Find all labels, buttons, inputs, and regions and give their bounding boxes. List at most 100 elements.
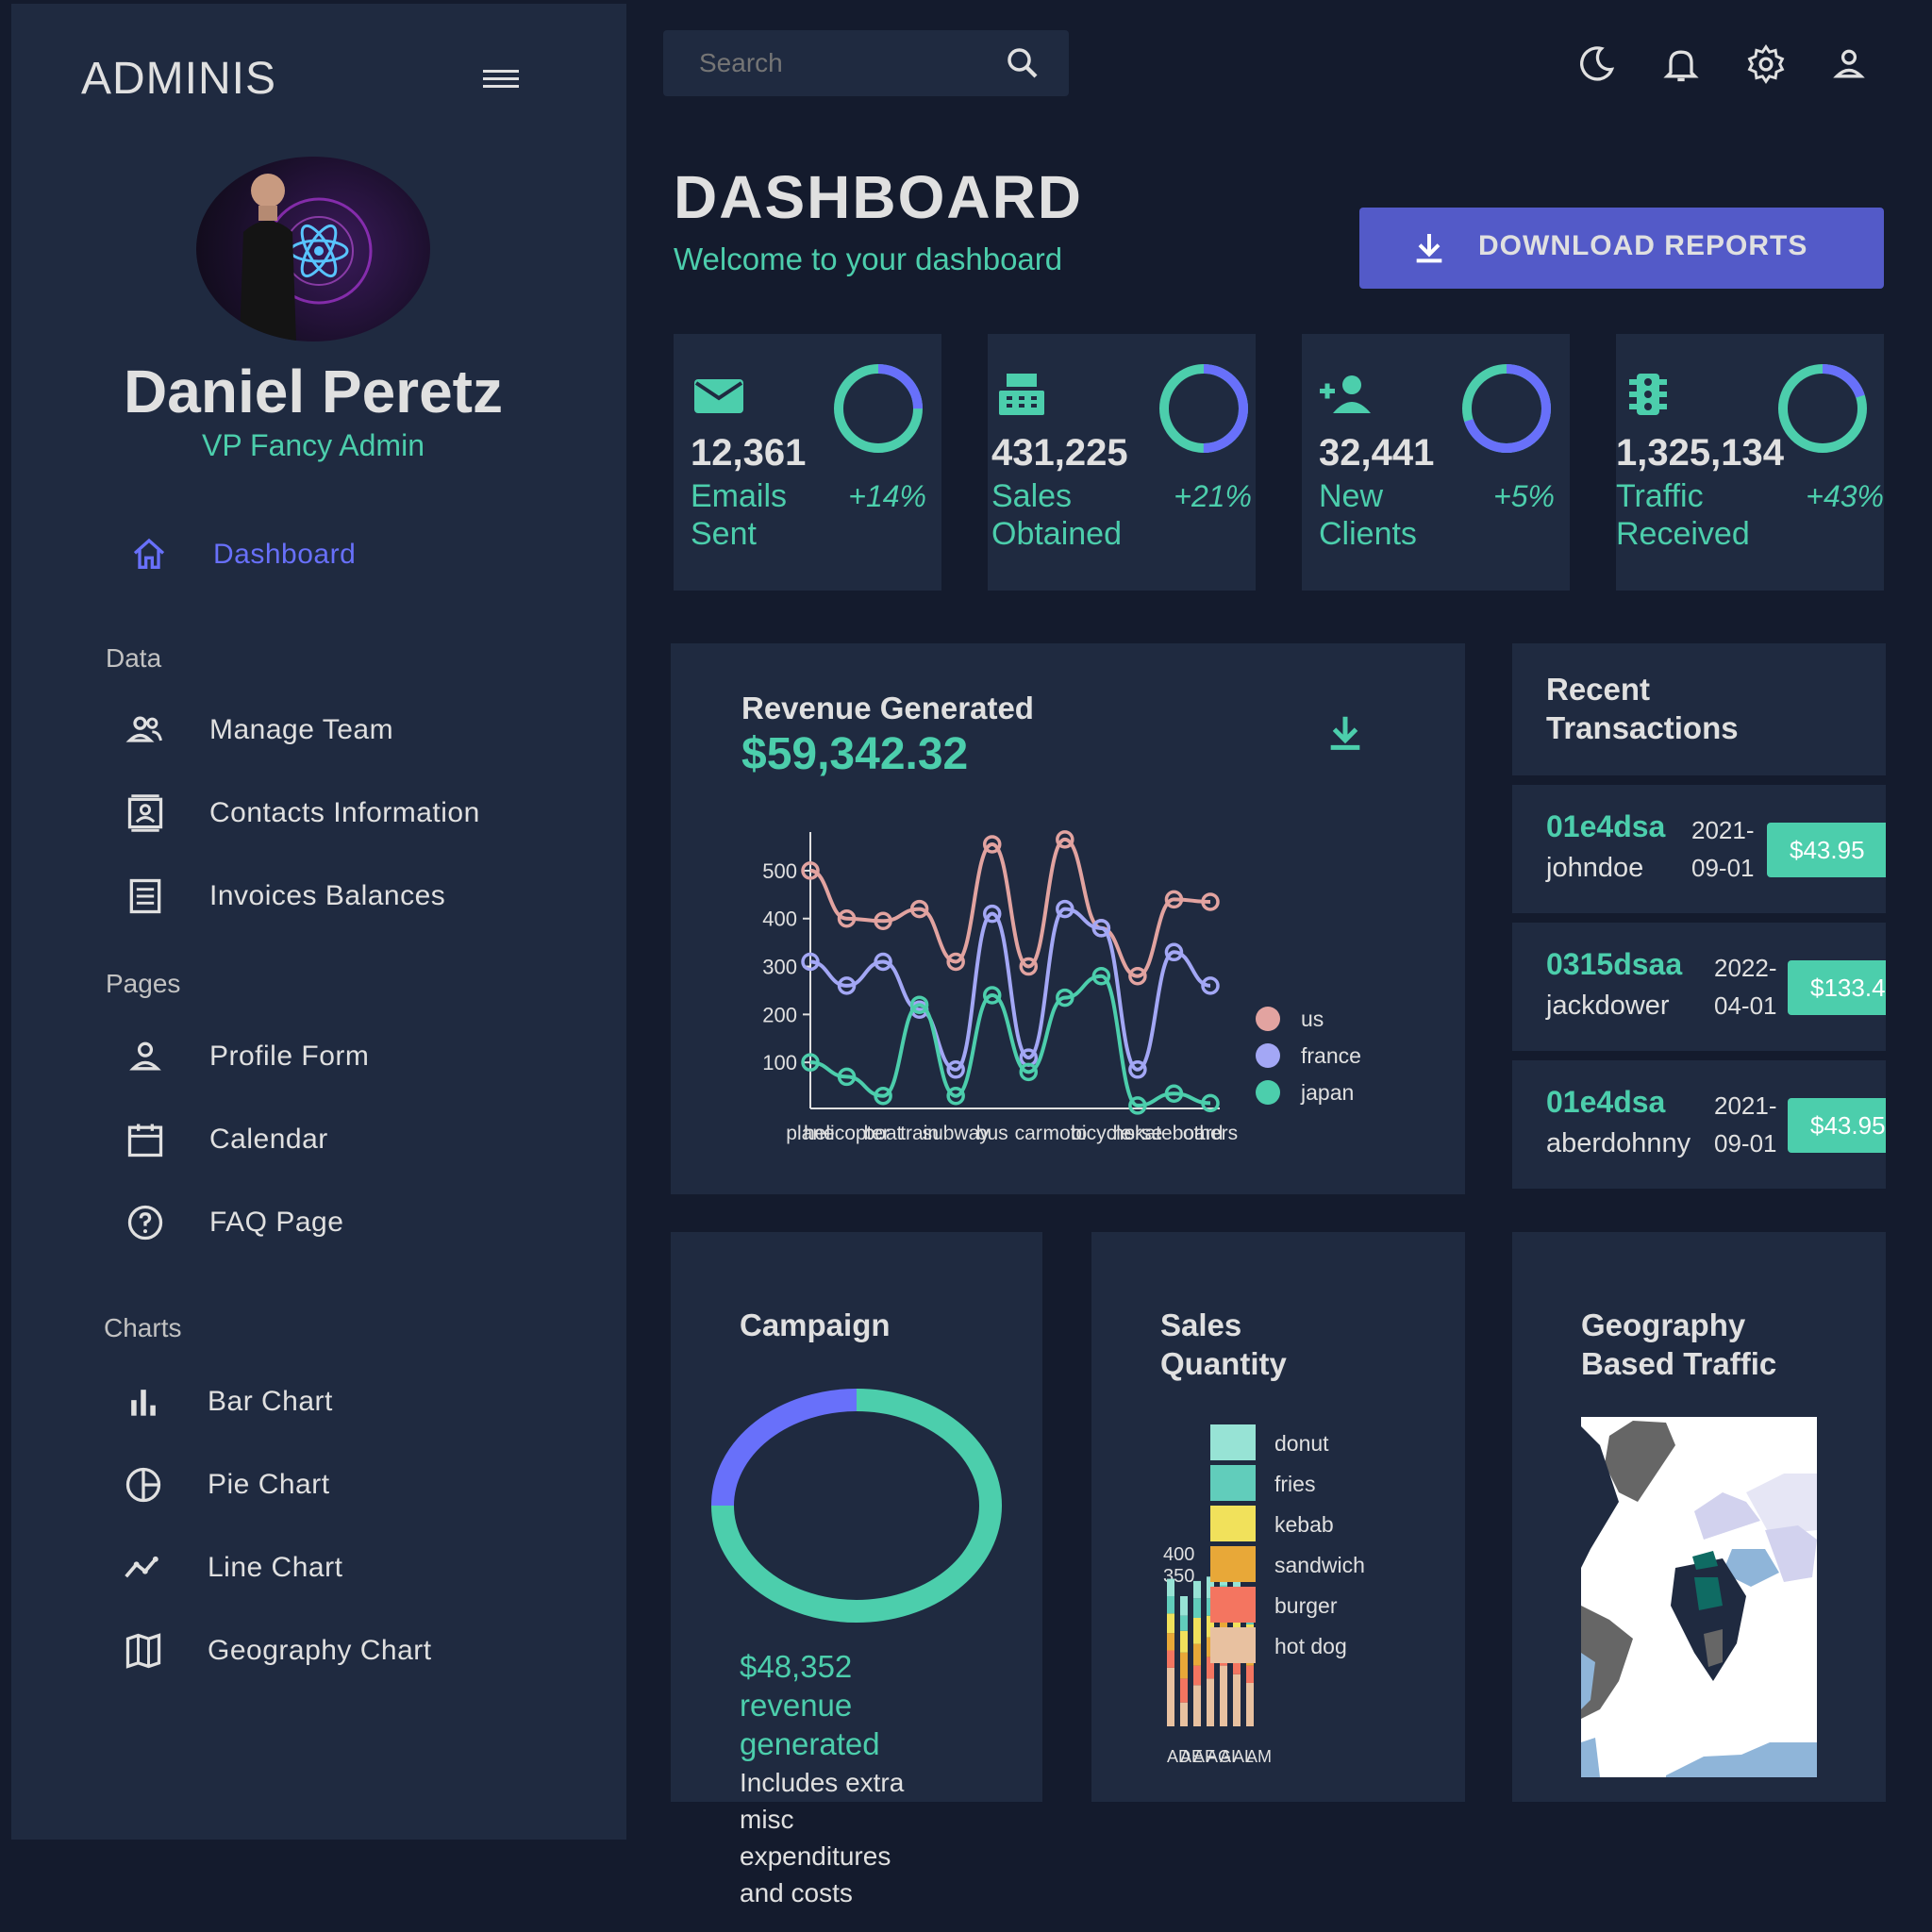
sidebar-item-label: Pie Chart xyxy=(208,1469,330,1500)
sidebar-item-label: Contacts Information xyxy=(209,797,480,828)
antarctica-region xyxy=(1666,1742,1817,1777)
sidebar-item-profile-form[interactable]: Profile Form xyxy=(0,1028,604,1085)
bar-segment xyxy=(1246,1665,1254,1683)
stat-value: 12,361 xyxy=(691,432,807,474)
legend-label: fries xyxy=(1274,1472,1315,1496)
sidebar-item-pie-chart[interactable]: Pie Chart xyxy=(0,1457,604,1513)
bar-segment xyxy=(1180,1652,1188,1679)
email-icon xyxy=(694,379,743,413)
transaction-date-line2: 09-01 xyxy=(1714,1129,1777,1158)
stat-value: 32,441 xyxy=(1319,432,1435,474)
stat-increase: +43% xyxy=(1806,479,1884,513)
bar-segment xyxy=(1193,1665,1201,1686)
sidebar-item-label: Dashboard xyxy=(213,539,357,570)
sidebar-item-label: Geography Chart xyxy=(208,1635,432,1666)
sidebar-item-faq[interactable]: FAQ Page xyxy=(0,1194,604,1251)
sales-quantity-bar-chart: 350400ADAEAFAGAIALAMdonutfrieskebabsandw… xyxy=(1163,1424,1365,1766)
transaction-id: 0315dsaa xyxy=(1546,947,1683,981)
settings-button[interactable] xyxy=(1745,43,1787,85)
legend-label: hot dog xyxy=(1274,1634,1347,1658)
notifications-button[interactable] xyxy=(1660,43,1702,85)
legend-label-france: france xyxy=(1301,1043,1361,1068)
x-tick-label: bus xyxy=(976,1123,1008,1144)
profile-button[interactable] xyxy=(1828,43,1870,85)
stat-card-emails: 12,361 Emails Sent +14% xyxy=(674,334,941,591)
help-icon xyxy=(123,1200,168,1245)
campaign-note-line2: misc xyxy=(740,1805,794,1834)
sidebar-item-label: Manage Team xyxy=(209,714,394,745)
transaction-user: johndoe xyxy=(1546,853,1644,883)
timeline-icon xyxy=(121,1545,166,1591)
revenue-card: Revenue Generated $59,342.32 100 200 300 40… xyxy=(671,643,1465,1194)
legend-swatch xyxy=(1210,1465,1256,1501)
bar-segment xyxy=(1180,1596,1188,1616)
geography-card: Geography Based Traffic xyxy=(1512,1232,1886,1802)
x-tick-label: AM xyxy=(1246,1747,1272,1766)
legend-swatch xyxy=(1210,1546,1256,1582)
transaction-user: aberdohnny xyxy=(1546,1128,1691,1158)
menu-toggle-button[interactable] xyxy=(481,64,521,92)
y-tick-label: 100 xyxy=(762,1051,797,1074)
transaction-user: jackdower xyxy=(1546,991,1670,1021)
x-tick-label: others xyxy=(1183,1123,1238,1144)
person-add-icon xyxy=(1320,375,1371,413)
stat-label-line2: Clients xyxy=(1319,516,1417,552)
sidebar-item-label: Profile Form xyxy=(209,1041,370,1072)
map-icon xyxy=(121,1628,166,1674)
sidebar-item-bar-chart[interactable]: Bar Chart xyxy=(0,1374,604,1430)
download-reports-button[interactable]: DOWNLOAD REPORTS xyxy=(1359,208,1884,289)
search-input[interactable] xyxy=(697,42,984,85)
legend-label-us: us xyxy=(1301,1007,1324,1031)
transactions-title-line1: Recent xyxy=(1546,672,1651,707)
bar-segment xyxy=(1193,1643,1201,1666)
page-subtitle: Welcome to your dashboard xyxy=(674,242,1063,276)
sidebar-section-charts: Charts xyxy=(104,1313,182,1342)
receipt-icon xyxy=(123,874,168,919)
y-tick-label: 200 xyxy=(762,1003,797,1026)
bar-segment xyxy=(1193,1598,1201,1618)
legend-label: kebab xyxy=(1274,1512,1334,1537)
campaign-donut-chart xyxy=(711,1389,1002,1623)
stat-card-sales: 431,225 Sales Obtained +21% xyxy=(988,334,1256,591)
sidebar-item-label: Bar Chart xyxy=(208,1386,333,1417)
campaign-revenue-line1: $48,352 xyxy=(740,1649,853,1684)
legend-swatch-japan xyxy=(1256,1080,1280,1105)
bar-segment xyxy=(1233,1674,1241,1726)
stat-label-line1: Sales xyxy=(991,478,1073,514)
person-icon xyxy=(1833,49,1865,78)
stat-label-line1: New xyxy=(1319,478,1384,514)
sidebar-item-label: Calendar xyxy=(209,1124,328,1155)
transaction-row[interactable]: 01e4dsa johndoe 2021- 09-01 $43.95 xyxy=(1512,785,1886,913)
brand-logo: ADMINIS xyxy=(81,54,277,104)
stat-label-line1: Emails xyxy=(691,478,788,514)
legend-swatch-france xyxy=(1256,1043,1280,1068)
donut-segment xyxy=(711,1389,858,1507)
bar-segment xyxy=(1180,1678,1188,1703)
transaction-row[interactable]: 0315dsaa jackdower 2022- 04-01 $133.45 xyxy=(1512,923,1886,1051)
sidebar-item-invoices[interactable]: Invoices Balances xyxy=(0,868,604,924)
sidebar-item-calendar[interactable]: Calendar xyxy=(0,1111,604,1168)
sidebar-item-contacts[interactable]: Contacts Information xyxy=(0,785,604,841)
pie-chart-icon xyxy=(121,1462,166,1507)
series-line-france xyxy=(809,907,1211,1072)
transaction-date-line1: 2021- xyxy=(1691,816,1755,844)
sidebar-item-geography-chart[interactable]: Geography Chart xyxy=(0,1623,604,1679)
campaign-note-line3: expenditures xyxy=(740,1841,891,1871)
search-button[interactable] xyxy=(1003,43,1042,83)
sidebar-item-dashboard[interactable]: Dashboard xyxy=(0,526,604,583)
sidebar-item-line-chart[interactable]: Line Chart xyxy=(0,1540,604,1596)
geography-title-line1: Geography xyxy=(1581,1307,1746,1342)
calendar-icon xyxy=(123,1117,168,1162)
dark-mode-button[interactable] xyxy=(1575,43,1617,85)
bar-segment xyxy=(1220,1665,1227,1726)
transaction-id: 01e4dsa xyxy=(1546,1085,1666,1119)
sidebar-section-pages: Pages xyxy=(106,969,181,998)
greenland-region xyxy=(1605,1421,1675,1502)
sidebar-item-label: Line Chart xyxy=(208,1552,343,1583)
y-tick-label: 300 xyxy=(762,956,797,979)
avatar xyxy=(196,157,430,341)
stat-label-line2: Obtained xyxy=(991,516,1122,552)
transaction-row[interactable]: 01e4dsa aberdohnny 2021- 09-01 $43.95 xyxy=(1512,1060,1886,1189)
sidebar-item-manage-team[interactable]: Manage Team xyxy=(0,702,604,758)
bar-segment xyxy=(1207,1678,1214,1726)
